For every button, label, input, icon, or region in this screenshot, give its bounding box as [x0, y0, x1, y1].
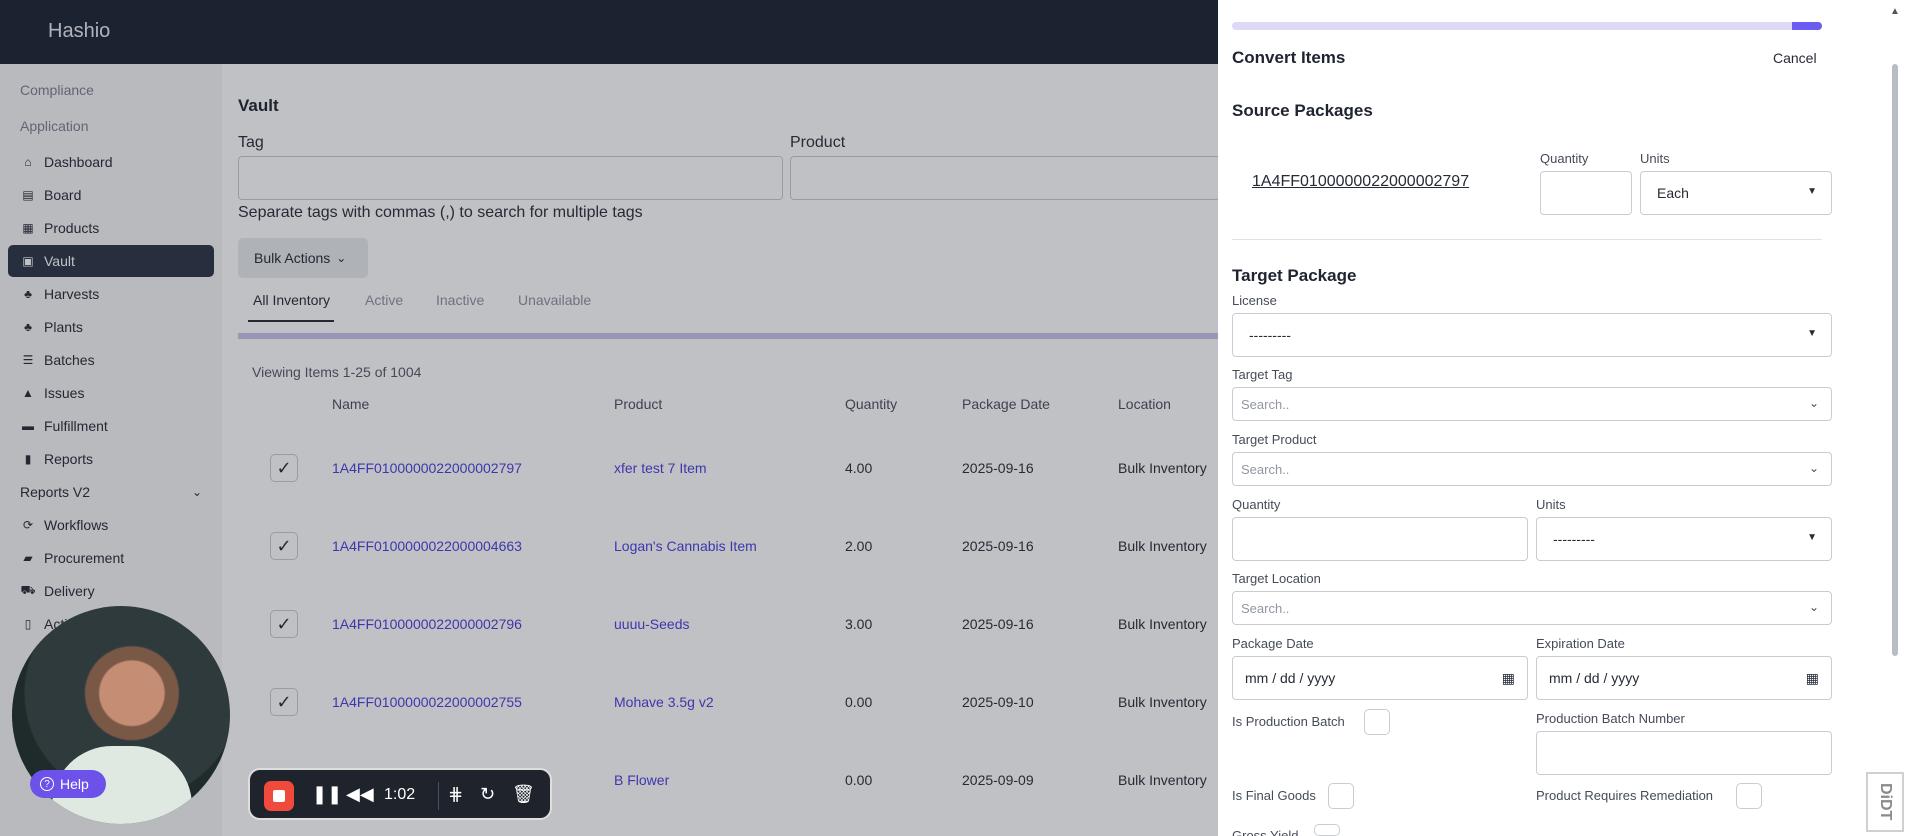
cancel-button[interactable]: Cancel — [1773, 50, 1817, 66]
source-packages-heading: Source Packages — [1232, 101, 1373, 120]
license-select[interactable]: --------- ▼ — [1232, 313, 1832, 357]
calendar-icon[interactable]: ▦ — [1502, 670, 1515, 687]
target-product-label: Target Product — [1232, 432, 1317, 447]
caret-down-icon: ▼ — [1807, 532, 1817, 543]
product-requires-remediation-label: Product Requires Remediation — [1536, 788, 1714, 803]
divider — [1232, 239, 1822, 240]
source-units-value: Each — [1657, 185, 1689, 201]
scrollbar-thumb[interactable] — [1892, 64, 1898, 656]
package-date-placeholder: mm / dd / yyyy — [1245, 670, 1336, 686]
target-units-value: --------- — [1553, 531, 1595, 547]
expiration-date-placeholder: mm / dd / yyyy — [1549, 670, 1640, 686]
is-production-batch-checkbox[interactable] — [1364, 709, 1390, 735]
chevron-down-icon: ⌄ — [1808, 396, 1819, 410]
target-tag-search[interactable]: Search.. ⌄ — [1232, 387, 1832, 421]
chevron-down-icon: ⌄ — [1808, 461, 1819, 475]
grid-icon[interactable]: ⋕ — [448, 784, 463, 804]
target-location-placeholder: Search.. — [1241, 600, 1290, 616]
source-units-select[interactable]: Each ▼ — [1640, 171, 1832, 215]
source-units-label: Units — [1640, 151, 1670, 166]
target-tag-label: Target Tag — [1232, 367, 1293, 382]
production-batch-number-label: Production Batch Number — [1536, 711, 1685, 726]
gross-yield-checkbox[interactable] — [1314, 824, 1340, 836]
step-progress-bar — [1232, 22, 1822, 30]
caret-down-icon: ▼ — [1807, 186, 1817, 197]
product-requires-remediation-checkbox[interactable] — [1736, 783, 1762, 809]
stop-recording-button[interactable] — [264, 781, 294, 811]
license-value: --------- — [1249, 327, 1291, 343]
is-production-batch-label: Is Production Batch — [1232, 714, 1345, 729]
pause-icon[interactable]: ❚❚ — [312, 784, 342, 804]
target-tag-placeholder: Search.. — [1241, 396, 1290, 412]
source-package-tag-link[interactable]: 1A4FF0100000022000002797 — [1252, 173, 1469, 191]
convert-items-drawer: Convert Items Cancel Source Packages 1A4… — [1218, 0, 1890, 836]
help-icon: ? — [40, 777, 54, 791]
gross-yield-label: Gross Yield — [1232, 828, 1299, 836]
license-label: License — [1232, 293, 1277, 308]
restart-icon[interactable]: ↻ — [480, 784, 495, 804]
expiration-date-input[interactable]: mm / dd / yyyy ▦ — [1536, 656, 1832, 700]
production-batch-number-input[interactable] — [1536, 731, 1832, 775]
watermark-logo: DiDT — [1866, 772, 1904, 832]
target-quantity-input[interactable] — [1232, 517, 1528, 561]
help-button[interactable]: ? Help — [30, 770, 106, 798]
calendar-icon[interactable]: ▦ — [1806, 670, 1819, 687]
help-label: Help — [60, 776, 89, 792]
package-date-input[interactable]: mm / dd / yyyy ▦ — [1232, 656, 1528, 700]
target-package-heading: Target Package — [1232, 266, 1357, 285]
rewind-icon[interactable]: ◀◀ — [346, 784, 374, 804]
source-quantity-input[interactable] — [1540, 171, 1632, 215]
package-date-label: Package Date — [1232, 636, 1314, 651]
trash-icon[interactable]: 🗑 — [512, 784, 535, 804]
target-units-label: Units — [1536, 497, 1566, 512]
source-quantity-label: Quantity — [1540, 151, 1589, 166]
stop-icon — [273, 790, 285, 802]
recording-timer: 1:02 — [384, 786, 416, 803]
caret-down-icon: ▼ — [1807, 328, 1817, 339]
recording-toolbar: ❚❚ ◀◀ 1:02 ⋕ ↻ 🗑 — [248, 768, 552, 820]
target-product-search[interactable]: Search.. ⌄ — [1232, 452, 1832, 486]
scroll-up-icon[interactable]: ▲ — [1890, 6, 1900, 17]
target-units-select[interactable]: --------- ▼ — [1536, 517, 1832, 561]
target-location-search[interactable]: Search.. ⌄ — [1232, 591, 1832, 625]
is-final-goods-checkbox[interactable] — [1328, 783, 1354, 809]
expiration-date-label: Expiration Date — [1536, 636, 1625, 651]
drawer-title: Convert Items — [1232, 48, 1346, 67]
step-progress-fill — [1792, 22, 1822, 30]
target-product-placeholder: Search.. — [1241, 461, 1290, 477]
target-quantity-label: Quantity — [1232, 497, 1281, 512]
chevron-down-icon: ⌄ — [1808, 600, 1819, 614]
target-location-label: Target Location — [1232, 571, 1321, 586]
is-final-goods-label: Is Final Goods — [1232, 788, 1316, 803]
divider — [438, 782, 439, 810]
